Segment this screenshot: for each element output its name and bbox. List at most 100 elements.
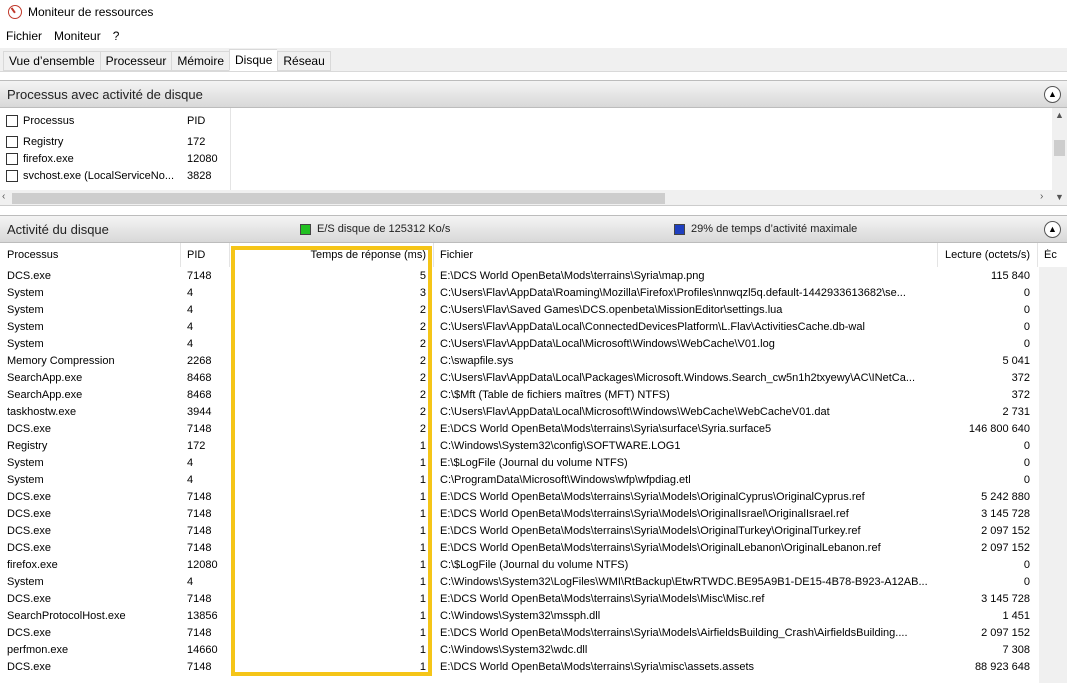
table-row[interactable]: Registry 172 1 C:\Windows\System32\config\S…	[0, 438, 1067, 455]
select-all-checkbox[interactable]	[6, 114, 18, 127]
disk-activity-section-header[interactable]: Activité du disque E/S disque de 125312 …	[0, 215, 1067, 243]
process-column-header[interactable]: Processus	[23, 115, 193, 127]
table-row[interactable]: System 4 1 C:\ProgramData\Microsoft\Windows…	[0, 472, 1067, 489]
row-process: DCS.exe	[7, 593, 52, 605]
scroll-up-icon[interactable]: ▲	[1055, 110, 1064, 120]
table-row[interactable]: SearchApp.exe 8468 2 C:\$Mft (Table de fich…	[0, 387, 1067, 404]
process-checkbox[interactable]	[6, 135, 18, 148]
row-file: C:\Users\Flav\AppData\Roaming\Mozilla\Fi…	[440, 287, 906, 299]
table-row[interactable]: SearchApp.exe 8468 2 C:\Users\Flav\AppData\…	[0, 370, 1067, 387]
row-file: E:\DCS World OpenBeta\Mods\terrains\Syri…	[440, 525, 861, 537]
row-pid: 4	[187, 576, 194, 588]
row-response-time: 2	[419, 372, 426, 384]
column-divider[interactable]	[433, 243, 434, 267]
table-row[interactable]: taskhostw.exe 3944 2 C:\Users\Flav\AppData\…	[0, 404, 1067, 421]
process-name: svchost.exe (LocalServiceNo...	[23, 169, 175, 182]
row-file: C:\Windows\System32\wdc.dll	[440, 644, 588, 656]
row-process: DCS.exe	[7, 542, 52, 554]
table-row[interactable]: DCS.exe 7148 1 E:\DCS World OpenBeta\Mods\t…	[0, 625, 1067, 642]
scroll-left-icon[interactable]: ‹	[2, 191, 5, 202]
disk-table-scrollbar[interactable]	[1039, 267, 1067, 683]
table-row[interactable]: System 4 1 C:\Windows\System32\LogFiles\WMI…	[0, 574, 1067, 591]
row-process: SearchProtocolHost.exe	[7, 610, 126, 622]
pid-column-header[interactable]: PID	[187, 115, 205, 127]
row-file: C:\$Mft (Table de fichiers maîtres (MFT)…	[440, 389, 670, 401]
column-divider[interactable]	[1037, 243, 1038, 267]
table-row[interactable]: DCS.exe 7148 2 E:\DCS World OpenBeta\Mods\t…	[0, 421, 1067, 438]
processes-section-header[interactable]: Processus avec activité de disque ▲	[0, 80, 1067, 108]
row-process: Memory Compression	[7, 355, 115, 367]
processes-panel: Processus PID Registry 172 firefox.exe 1…	[0, 108, 1067, 206]
process-row[interactable]: firefox.exe 12080	[0, 150, 230, 167]
scroll-right-icon[interactable]: ›	[1040, 191, 1043, 202]
process-name: Registry	[23, 135, 64, 148]
process-row[interactable]: svchost.exe (LocalServiceNo... 3828	[0, 167, 230, 184]
row-pid: 7148	[187, 542, 212, 554]
menu-file[interactable]: Fichier	[6, 29, 42, 43]
pid-column-header[interactable]: PID	[187, 249, 229, 261]
row-read-bytes: 0	[1023, 474, 1030, 486]
table-row[interactable]: System 4 2 C:\Users\Flav\AppData\Local\Conn…	[0, 319, 1067, 336]
row-file: C:\$LogFile (Journal du volume NTFS)	[440, 559, 629, 571]
table-row[interactable]: DCS.exe 7148 1 E:\DCS World OpenBeta\Mods\t…	[0, 506, 1067, 523]
row-response-time: 2	[419, 389, 426, 401]
row-read-bytes: 7 308	[1002, 644, 1030, 656]
tab-disk[interactable]: Disque	[229, 49, 278, 71]
menu-help[interactable]: ?	[113, 29, 120, 43]
table-row[interactable]: System 4 1 E:\$LogFile (Journal du volume N…	[0, 455, 1067, 472]
row-pid: 8468	[187, 372, 212, 384]
tab-overview[interactable]: Vue d’ensemble	[3, 51, 100, 71]
row-response-time: 2	[419, 355, 426, 367]
tab-cpu[interactable]: Processeur	[99, 51, 172, 71]
table-row[interactable]: SearchProtocolHost.exe 13856 1 C:\Windows\S…	[0, 608, 1067, 625]
collapse-processes-button[interactable]: ▲	[1044, 86, 1061, 103]
table-row[interactable]: DCS.exe 7148 5 E:\DCS World OpenBeta\Mods\t…	[0, 268, 1067, 285]
file-column-header[interactable]: Fichier	[440, 249, 933, 261]
processes-horizontal-scrollbar[interactable]: ‹ ›	[0, 190, 1052, 205]
row-process: DCS.exe	[7, 270, 52, 282]
table-row[interactable]: DCS.exe 7148 1 E:\DCS World OpenBeta\Mods\t…	[0, 591, 1067, 608]
process-column-header[interactable]: Processus	[7, 249, 177, 261]
process-checkbox[interactable]	[6, 169, 18, 182]
row-pid: 12080	[187, 559, 218, 571]
row-pid: 3944	[187, 406, 212, 418]
row-file: E:\DCS World OpenBeta\Mods\terrains\Syri…	[440, 661, 755, 673]
row-response-time: 1	[419, 491, 426, 503]
horizontal-scroll-thumb[interactable]	[12, 193, 665, 204]
tab-memory[interactable]: Mémoire	[171, 51, 230, 71]
menu-monitor[interactable]: Moniteur	[54, 29, 101, 43]
processes-vertical-scrollbar[interactable]: ▲ ▼	[1052, 108, 1067, 205]
table-row[interactable]: firefox.exe 12080 1 C:\$LogFile (Journal du…	[0, 557, 1067, 574]
table-row[interactable]: Memory Compression 2268 2 C:\swapfile.sys 5 …	[0, 353, 1067, 370]
scroll-down-icon[interactable]: ▼	[1055, 192, 1064, 202]
row-process: firefox.exe	[7, 559, 58, 571]
process-row[interactable]: Registry 172	[0, 133, 230, 150]
column-divider[interactable]	[937, 243, 938, 267]
table-row[interactable]: DCS.exe 7148 1 E:\DCS World OpenBeta\Mods\t…	[0, 659, 1067, 676]
row-read-bytes: 1 451	[1002, 610, 1030, 622]
scroll-thumb[interactable]	[1054, 140, 1065, 156]
table-row[interactable]: System 4 3 C:\Users\Flav\AppData\Roaming\Mo…	[0, 285, 1067, 302]
table-row[interactable]: System 4 2 C:\Users\Flav\AppData\Local\Micr…	[0, 336, 1067, 353]
table-row[interactable]: DCS.exe 7148 1 E:\DCS World OpenBeta\Mods\t…	[0, 523, 1067, 540]
process-checkbox[interactable]	[6, 152, 18, 165]
column-divider[interactable]	[180, 243, 181, 267]
write-column-header[interactable]: Éc	[1044, 249, 1058, 261]
row-read-bytes: 372	[1011, 389, 1030, 401]
table-row[interactable]: DCS.exe 7148 1 E:\DCS World OpenBeta\Mods\t…	[0, 489, 1067, 506]
column-divider[interactable]	[229, 243, 230, 267]
row-process: SearchApp.exe	[7, 389, 83, 401]
table-row[interactable]: System 4 2 C:\Users\Flav\Saved Games\DCS.op…	[0, 302, 1067, 319]
row-file: E:\DCS World OpenBeta\Mods\terrains\Syri…	[440, 542, 881, 554]
row-file: C:\swapfile.sys	[440, 355, 514, 367]
table-row[interactable]: perfmon.exe 14660 1 C:\Windows\System32\wdc…	[0, 642, 1067, 659]
tab-network[interactable]: Réseau	[277, 51, 331, 71]
response-time-column-header[interactable]: Temps de réponse (ms)	[233, 249, 426, 261]
row-response-time: 1	[419, 457, 426, 469]
row-response-time: 1	[419, 576, 426, 588]
table-row[interactable]: DCS.exe 7148 1 E:\DCS World OpenBeta\Mods\t…	[0, 540, 1067, 557]
green-square-icon	[300, 223, 311, 235]
read-column-header[interactable]: Lecture (octets/s)	[940, 249, 1030, 261]
collapse-disk-activity-button[interactable]: ▲	[1044, 221, 1061, 238]
row-process: DCS.exe	[7, 423, 52, 435]
